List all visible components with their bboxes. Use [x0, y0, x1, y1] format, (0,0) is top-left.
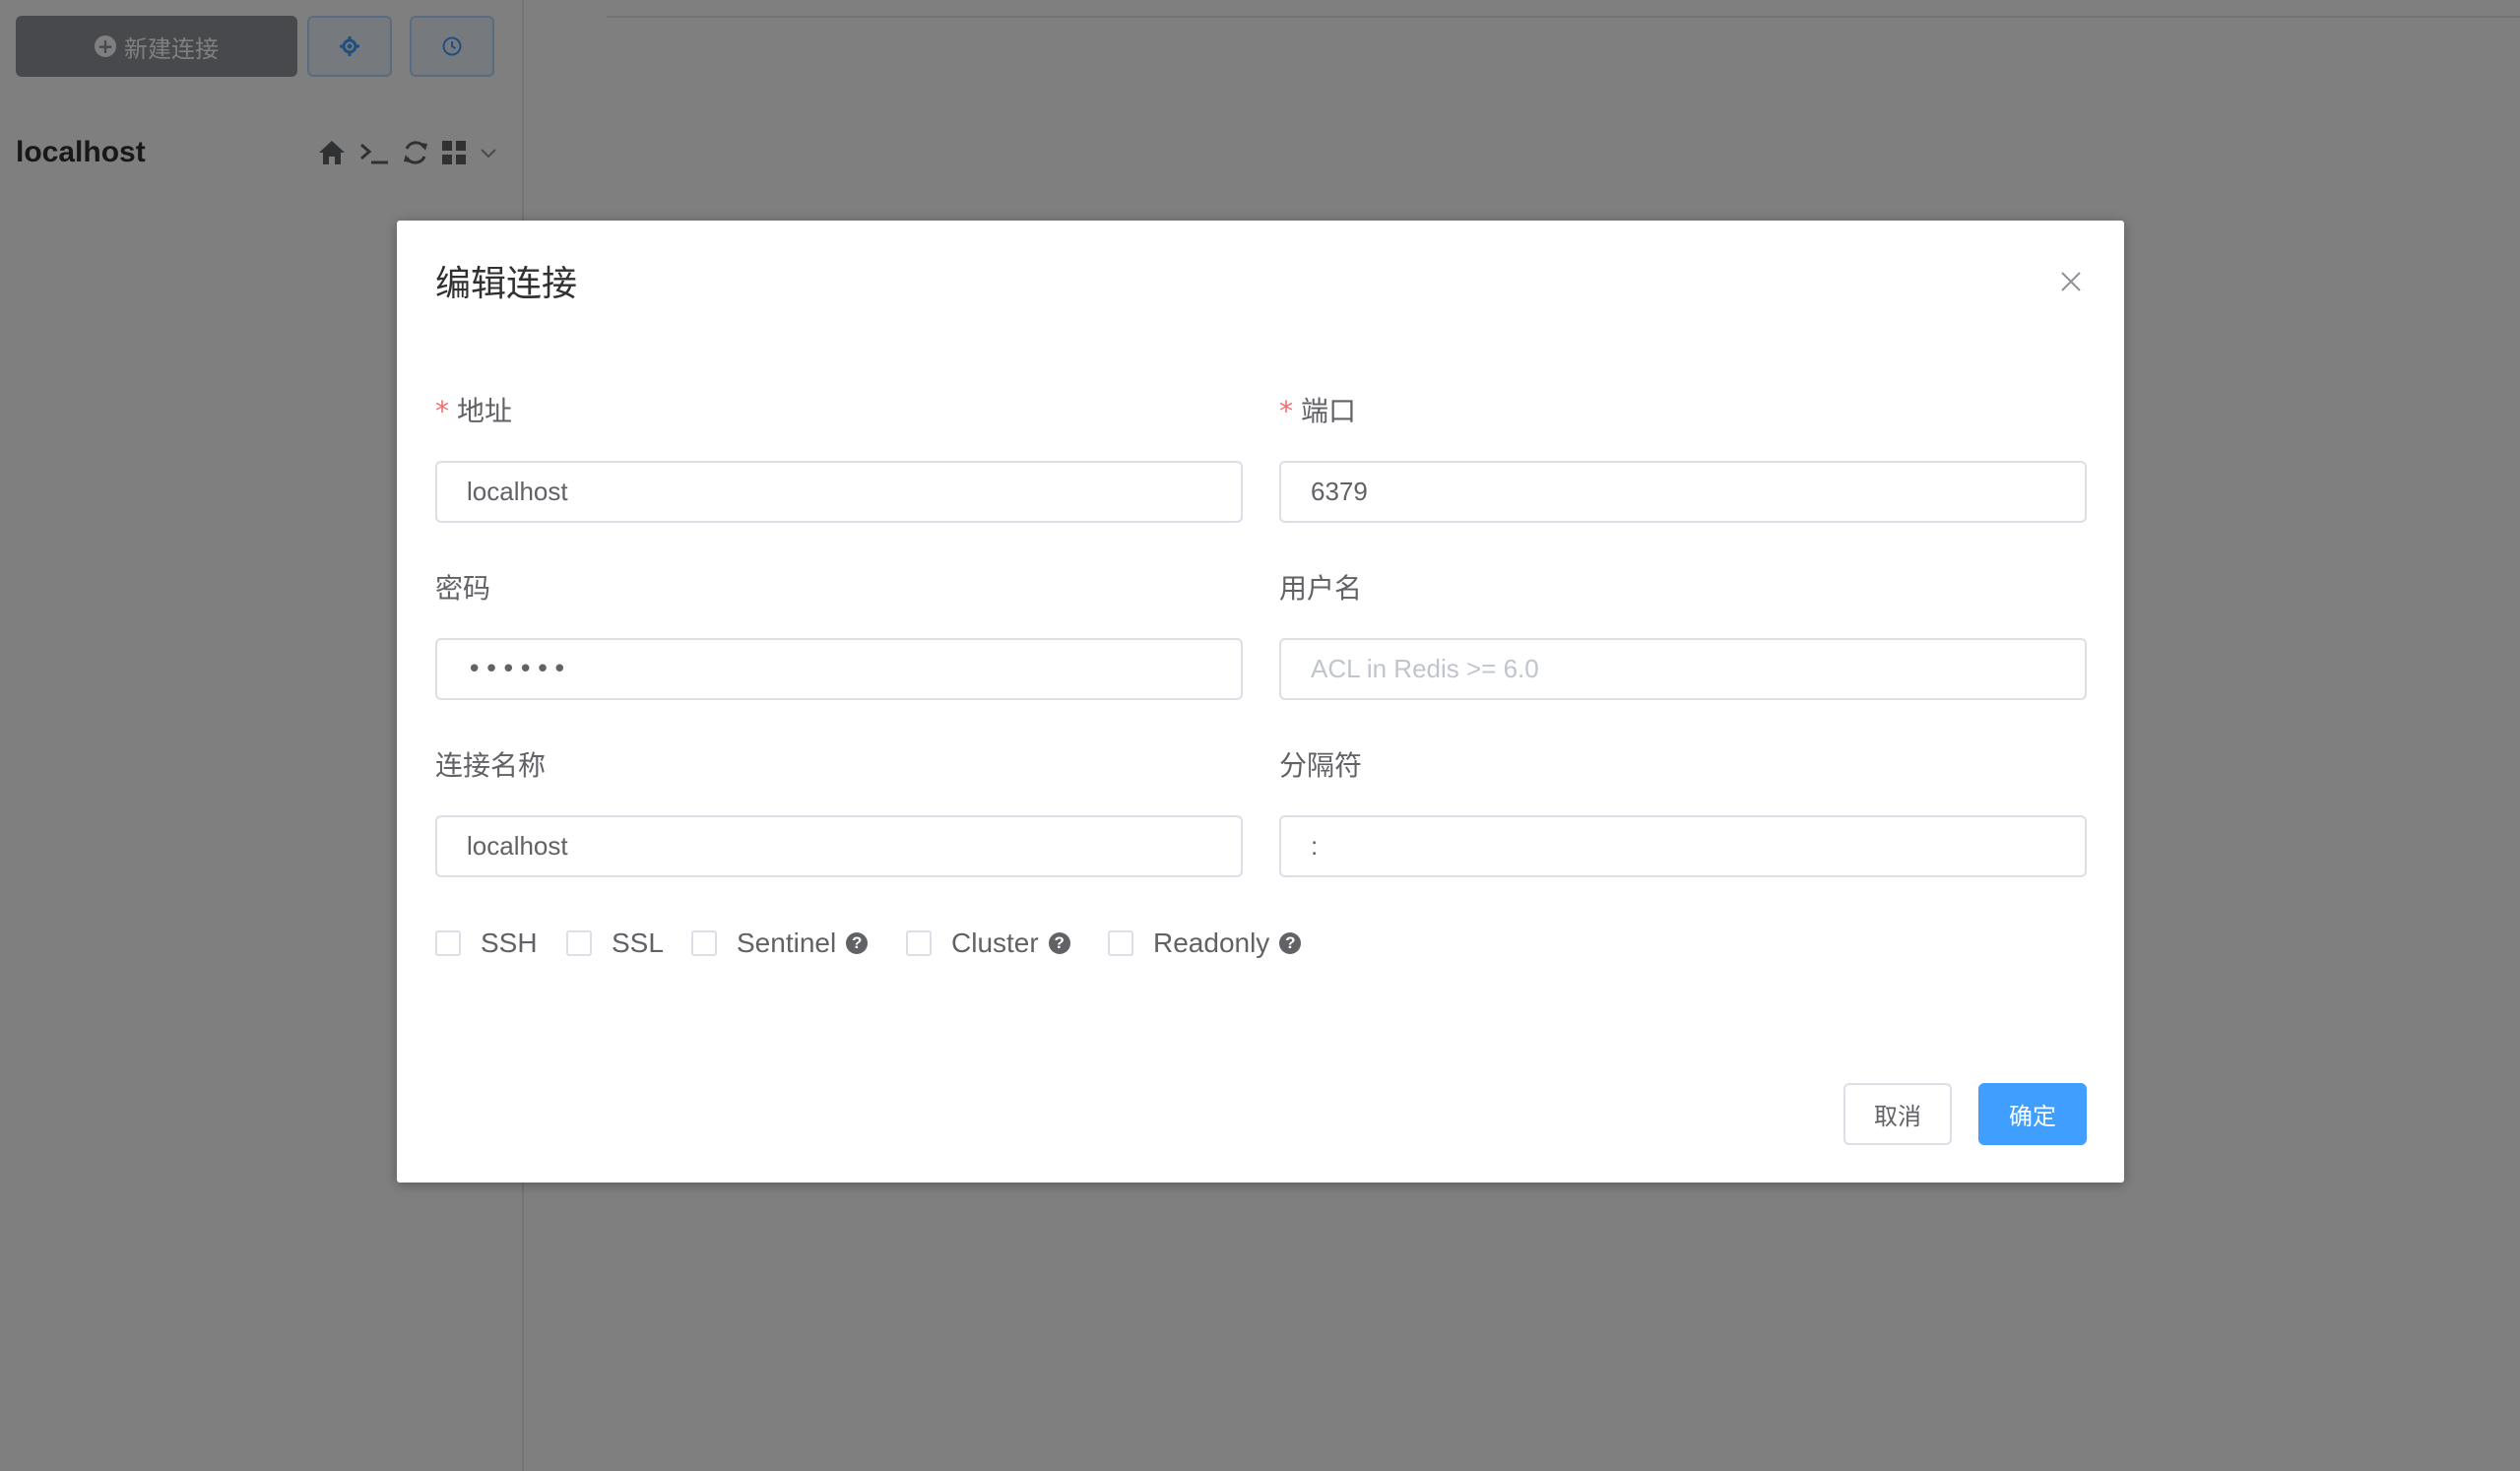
readonly-checkbox[interactable]: Readonly ? [1108, 924, 1302, 963]
edit-connection-dialog: 编辑连接 *地址 *端口 密码 用户名 连接名称 分隔符 SSH SSL Sen… [397, 221, 2124, 1183]
close-button[interactable] [2056, 267, 2086, 296]
readonly-label: Readonly [1153, 927, 1270, 958]
checkbox-box[interactable] [566, 930, 592, 956]
sentinel-label: Sentinel [737, 927, 837, 958]
ssh-label: SSH [481, 927, 538, 958]
cancel-button[interactable]: 取消 [1843, 1083, 1952, 1145]
cluster-checkbox[interactable]: Cluster ? [906, 924, 1070, 963]
close-icon [2061, 272, 2081, 291]
connection-name-input[interactable] [435, 815, 1243, 877]
host-label: * 地址 [435, 392, 512, 431]
question-circle-icon[interactable]: ? [846, 932, 869, 954]
question-circle-icon[interactable]: ? [1048, 932, 1070, 954]
ssl-checkbox[interactable]: SSL [566, 924, 664, 963]
separator-input[interactable] [1279, 815, 2087, 877]
checkbox-box[interactable] [691, 930, 717, 956]
question-circle-icon[interactable]: ? [1279, 932, 1302, 954]
host-label-text: 地址 [457, 395, 513, 427]
password-label: 密码 [435, 572, 491, 605]
username-input[interactable] [1279, 638, 2087, 700]
required-mark: * [435, 395, 449, 427]
port-label-text: 端口 [1301, 395, 1357, 427]
checkbox-box[interactable] [906, 930, 932, 956]
separator-label: 分隔符 [1279, 749, 1363, 782]
password-input[interactable] [435, 638, 1243, 700]
username-label: 用户名 [1279, 572, 1363, 605]
sentinel-checkbox[interactable]: Sentinel ? [691, 924, 869, 963]
ssh-checkbox[interactable]: SSH [435, 924, 538, 963]
connection-name-label: 连接名称 [435, 749, 547, 782]
confirm-button[interactable]: 确定 [1978, 1083, 2087, 1145]
dialog-title: 编辑连接 [435, 264, 578, 304]
cluster-label: Cluster [951, 927, 1039, 958]
ssl-label: SSL [612, 927, 664, 958]
checkbox-box[interactable] [435, 930, 461, 956]
port-label: * 端口 [1279, 392, 1356, 431]
port-input[interactable] [1279, 461, 2087, 523]
host-input[interactable] [435, 461, 1243, 523]
required-mark: * [1279, 395, 1293, 427]
checkbox-box[interactable] [1108, 930, 1133, 956]
